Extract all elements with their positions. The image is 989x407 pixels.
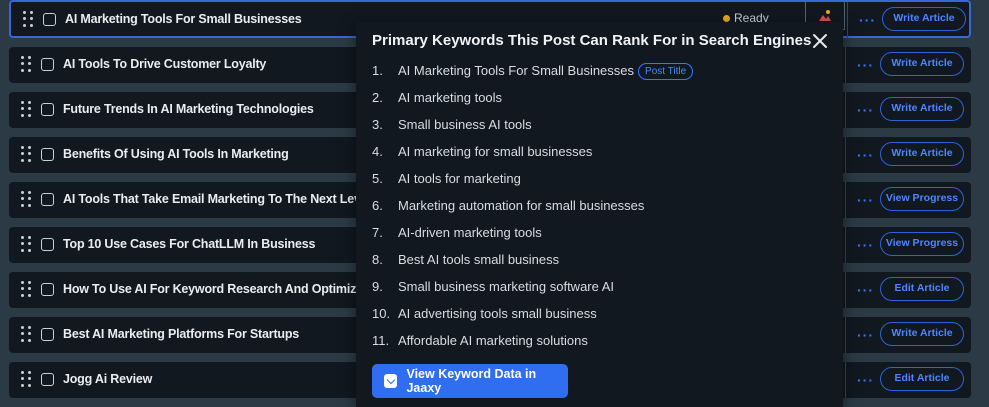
drag-handle-icon[interactable] bbox=[21, 146, 31, 162]
keyword-text: AI marketing tools bbox=[398, 90, 503, 105]
divider bbox=[845, 362, 846, 398]
keywords-popup: Primary Keywords This Post Can Rank For … bbox=[356, 22, 843, 407]
divider bbox=[845, 272, 846, 308]
keyword-number: 10. bbox=[372, 306, 391, 321]
more-options-icon[interactable]: ··· bbox=[857, 372, 874, 388]
keyword-text: Best AI tools small business bbox=[398, 252, 560, 267]
drag-handle-icon[interactable] bbox=[23, 11, 33, 27]
jaaxy-icon bbox=[384, 374, 398, 388]
keyword-number: 11. bbox=[372, 333, 390, 348]
keyword-text: AI advertising tools small business bbox=[398, 306, 597, 321]
post-title-badge: Post Title bbox=[638, 63, 694, 80]
keyword-text: AI tools for marketing bbox=[398, 171, 521, 186]
view-keyword-data-label: View Keyword Data in Jaaxy bbox=[406, 367, 537, 395]
divider bbox=[845, 47, 846, 83]
article-title[interactable]: How To Use AI For Keyword Research And O… bbox=[63, 282, 385, 296]
row-checkbox[interactable] bbox=[41, 193, 54, 206]
keyword-number: 9. bbox=[372, 279, 383, 294]
drag-handle-icon[interactable] bbox=[21, 191, 31, 207]
article-title[interactable]: AI Tools That Take Email Marketing To Th… bbox=[63, 192, 371, 206]
keyword-number: 8. bbox=[372, 252, 383, 267]
divider bbox=[845, 227, 846, 263]
more-options-icon[interactable]: ··· bbox=[857, 327, 874, 343]
drag-handle-icon[interactable] bbox=[21, 326, 31, 342]
drag-handle-icon[interactable] bbox=[21, 101, 31, 117]
divider bbox=[845, 317, 846, 353]
more-options-icon[interactable]: ··· bbox=[857, 237, 874, 253]
popup-title: Primary Keywords This Post Can Rank For … bbox=[372, 32, 812, 49]
row-checkbox[interactable] bbox=[41, 148, 54, 161]
more-options-icon[interactable]: ··· bbox=[859, 12, 876, 28]
row-checkbox[interactable] bbox=[41, 328, 54, 341]
keyword-item: 11. Affordable AI marketing solutions bbox=[372, 333, 588, 348]
keyword-text: Affordable AI marketing solutions bbox=[398, 333, 588, 348]
keyword-item: 2. AI marketing tools bbox=[372, 90, 502, 105]
keyword-item: 6. Marketing automation for small busines… bbox=[372, 198, 644, 213]
keyword-text: AI-driven marketing tools bbox=[398, 225, 542, 240]
divider bbox=[847, 2, 848, 38]
keyword-item: 9. Small business marketing software AI bbox=[372, 279, 614, 294]
drag-handle-icon[interactable] bbox=[21, 371, 31, 387]
divider bbox=[845, 182, 846, 218]
keyword-number: 4. bbox=[372, 144, 383, 159]
row-action-button[interactable]: Write Article bbox=[880, 142, 964, 166]
row-action-button[interactable]: Edit Article bbox=[880, 277, 964, 301]
row-checkbox[interactable] bbox=[41, 238, 54, 251]
close-icon[interactable] bbox=[811, 32, 829, 50]
keyword-item: 10. AI advertising tools small business bbox=[372, 306, 597, 321]
row-checkbox[interactable] bbox=[41, 58, 54, 71]
row-checkbox[interactable] bbox=[41, 103, 54, 116]
row-action-button[interactable]: Write Article bbox=[882, 7, 966, 31]
article-title[interactable]: AI Marketing Tools For Small Businesses bbox=[65, 12, 302, 26]
more-options-icon[interactable]: ··· bbox=[857, 57, 874, 73]
more-options-icon[interactable]: ··· bbox=[857, 102, 874, 118]
drag-handle-icon[interactable] bbox=[21, 281, 31, 297]
keyword-item: 4. AI marketing for small businesses bbox=[372, 144, 592, 159]
row-action-button[interactable]: View Progress bbox=[880, 187, 964, 211]
row-action-button[interactable]: Write Article bbox=[880, 52, 964, 76]
article-title[interactable]: Benefits Of Using AI Tools In Marketing bbox=[63, 147, 289, 161]
keyword-number: 5. bbox=[372, 171, 383, 186]
row-action-button[interactable]: View Progress bbox=[880, 232, 964, 256]
keyword-number: 6. bbox=[372, 198, 383, 213]
article-title[interactable]: Future Trends In AI Marketing Technologi… bbox=[63, 102, 314, 116]
article-title[interactable]: Top 10 Use Cases For ChatLLM In Business bbox=[63, 237, 315, 251]
keyword-item: 5. AI tools for marketing bbox=[372, 171, 521, 186]
keyword-text: Marketing automation for small businesse… bbox=[398, 198, 645, 213]
article-title[interactable]: AI Tools To Drive Customer Loyalty bbox=[63, 57, 266, 71]
keyword-item: 3. Small business AI tools bbox=[372, 117, 532, 132]
row-action-button[interactable]: Write Article bbox=[880, 97, 964, 121]
keyword-item: 8. Best AI tools small business bbox=[372, 252, 559, 267]
row-checkbox[interactable] bbox=[41, 283, 54, 296]
article-title[interactable]: Jogg Ai Review bbox=[63, 372, 152, 386]
view-keyword-data-button[interactable]: View Keyword Data in Jaaxy bbox=[372, 364, 568, 398]
keyword-number: 7. bbox=[372, 225, 383, 240]
drag-handle-icon[interactable] bbox=[21, 236, 31, 252]
row-action-button[interactable]: Edit Article bbox=[880, 367, 964, 391]
more-options-icon[interactable]: ··· bbox=[857, 282, 874, 298]
keyword-number: 3. bbox=[372, 117, 383, 132]
keyword-item: 7. AI-driven marketing tools bbox=[372, 225, 542, 240]
row-checkbox[interactable] bbox=[41, 373, 54, 386]
keyword-text: AI Marketing Tools For Small Businesses bbox=[398, 63, 635, 78]
keyword-text: Small business AI tools bbox=[398, 117, 532, 132]
row-action-button[interactable]: Write Article bbox=[880, 322, 964, 346]
keyword-text: Small business marketing software AI bbox=[398, 279, 615, 294]
keyword-item: 1. AI Marketing Tools For Small Businesse… bbox=[372, 63, 694, 80]
keyword-number: 2. bbox=[372, 90, 383, 105]
drag-handle-icon[interactable] bbox=[21, 56, 31, 72]
divider bbox=[845, 92, 846, 128]
more-options-icon[interactable]: ··· bbox=[857, 192, 874, 208]
keyword-text: AI marketing for small businesses bbox=[398, 144, 593, 159]
row-checkbox[interactable] bbox=[43, 13, 56, 26]
article-title[interactable]: Best AI Marketing Platforms For Startups bbox=[63, 327, 299, 341]
keyword-number: 1. bbox=[372, 63, 383, 78]
divider bbox=[845, 137, 846, 173]
more-options-icon[interactable]: ··· bbox=[857, 147, 874, 163]
